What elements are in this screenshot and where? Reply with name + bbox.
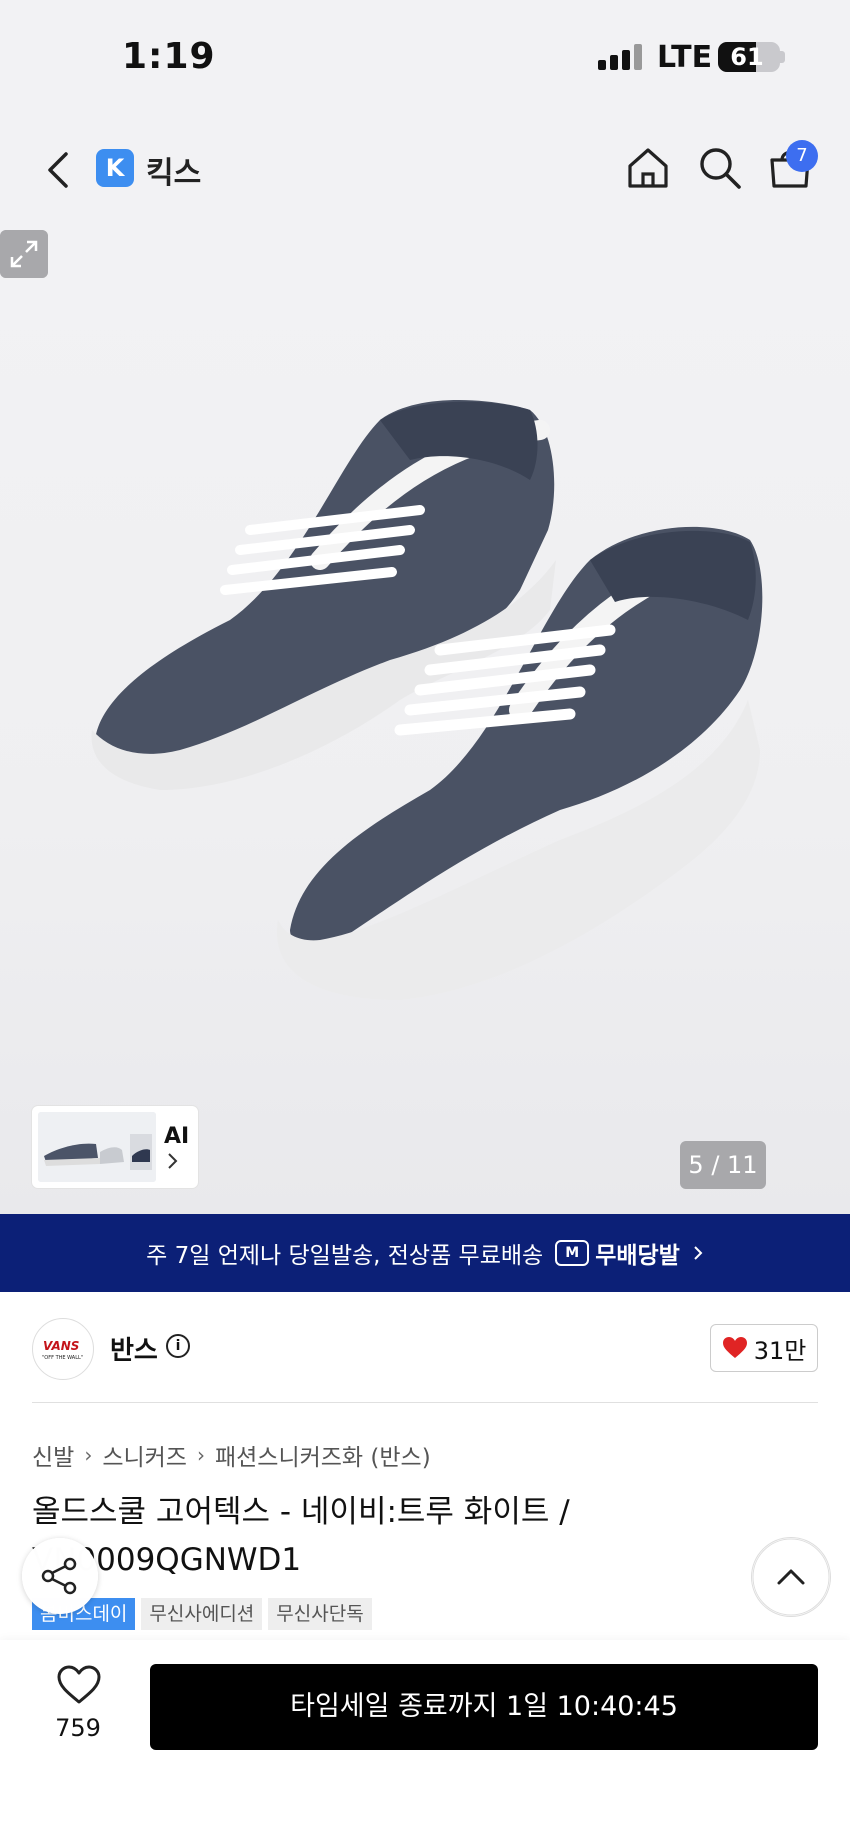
breadcrumb-item[interactable]: 스니커즈: [102, 1438, 187, 1472]
scroll-to-top-icon[interactable]: [752, 1538, 830, 1616]
truck-icon: M: [555, 1240, 590, 1266]
store-name[interactable]: 킥스: [146, 148, 201, 192]
free-shipping-badge: M 무배당발: [555, 1236, 680, 1270]
expand-icon[interactable]: [0, 230, 48, 278]
brand-like-button[interactable]: 31만: [710, 1324, 818, 1372]
breadcrumb: 신발 › 스니커즈 › 패션스니커즈화 (반스): [32, 1438, 431, 1472]
top-nav: K 킥스 7: [0, 110, 850, 230]
info-icon[interactable]: i: [166, 1334, 190, 1358]
image-counter: 5 / 11: [680, 1141, 766, 1189]
shipping-banner[interactable]: 주 7일 언제나 당일발송, 전상품 무료배송 M 무배당발: [0, 1214, 850, 1292]
ai-thumbnail-strip[interactable]: AI: [32, 1106, 198, 1188]
battery-level: 61: [730, 43, 764, 71]
brand-like-count: 31만: [753, 1336, 807, 1365]
product-gallery[interactable]: AI 5 / 11: [0, 230, 850, 1214]
network-type: LTE: [657, 40, 713, 75]
buy-button[interactable]: 타임세일 종료까지 1일 10:40:45: [150, 1664, 818, 1750]
status-time: 1:19: [122, 36, 216, 77]
home-icon[interactable]: [624, 144, 672, 192]
store-logo[interactable]: K: [96, 149, 134, 187]
breadcrumb-item[interactable]: 패션스니커즈화 (반스): [215, 1438, 431, 1472]
product-title: 올드스쿨 고어텍스 - 네이비:트루 화이트 / VN0009QGNWD1: [32, 1494, 570, 1578]
chevron-right-icon: [694, 1246, 703, 1260]
like-count: 759: [55, 1714, 101, 1742]
search-icon[interactable]: [696, 144, 744, 192]
chevron-right-icon: ›: [196, 1443, 205, 1467]
chevron-right-icon: [168, 1153, 178, 1169]
bottom-action-bar: 759 타임세일 종료까지 1일 10:40:45: [0, 1640, 850, 1842]
brand-logo-subtext: "OFF THE WALL": [42, 1355, 84, 1361]
free-shipping-label: 무배당발: [595, 1243, 680, 1269]
ai-label: AI: [164, 1124, 190, 1149]
thumbnail-image: [38, 1112, 156, 1182]
brand-logo-text: VANS: [43, 1339, 80, 1353]
status-bar: 1:19 LTE 61: [0, 0, 850, 110]
cart-count-badge: 7: [786, 140, 818, 172]
shipping-banner-text: 주 7일 언제나 당일발송, 전상품 무료배송: [146, 1243, 544, 1269]
heart-filled-icon: [722, 1337, 747, 1358]
breadcrumb-item[interactable]: 신발: [32, 1438, 74, 1472]
chevron-right-icon: ›: [84, 1443, 93, 1467]
product-image: [91, 400, 763, 1000]
battery-icon: 61: [718, 42, 780, 72]
back-icon[interactable]: [38, 146, 78, 194]
signal-icon: [598, 44, 642, 70]
brand-name[interactable]: 반스: [110, 1330, 158, 1367]
tag[interactable]: 무신사에디션: [141, 1598, 263, 1630]
battery-tip: [780, 51, 785, 63]
brand-row: VANS "OFF THE WALL" 반스 i 31만: [0, 1292, 850, 1404]
heart-outline-icon[interactable]: [56, 1664, 102, 1706]
brand-logo[interactable]: VANS "OFF THE WALL": [32, 1318, 94, 1380]
share-icon[interactable]: [22, 1538, 98, 1614]
tag[interactable]: 무신사단독: [268, 1598, 372, 1630]
divider: [32, 1402, 818, 1403]
